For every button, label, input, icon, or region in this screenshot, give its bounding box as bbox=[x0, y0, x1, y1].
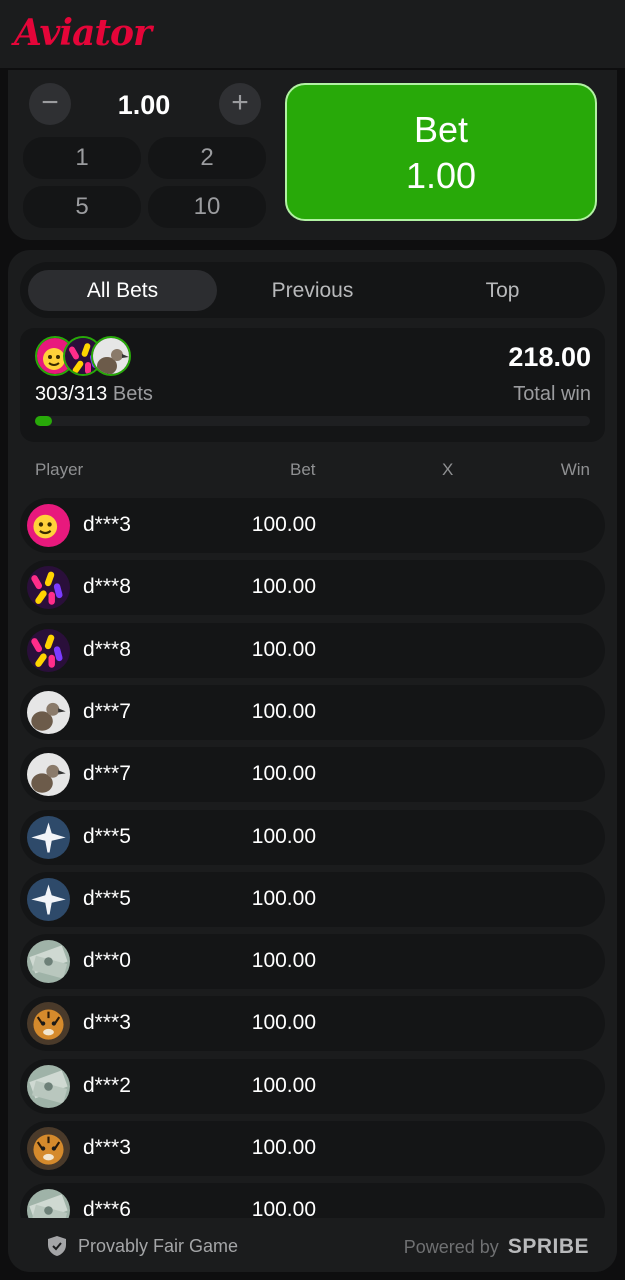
bets-count-label: Bets bbox=[112, 383, 153, 405]
plane-avatar-icon bbox=[27, 877, 70, 921]
bet-amount: 100.00 bbox=[251, 949, 316, 973]
candy-avatar-icon bbox=[27, 566, 70, 610]
vulture-avatar-icon bbox=[27, 690, 70, 734]
tiger-avatar-icon bbox=[27, 1127, 70, 1170]
bet-button[interactable]: Bet 1.00 bbox=[285, 83, 597, 221]
bets-progress-bar bbox=[35, 416, 590, 426]
bet-row: d***8 100.00 bbox=[20, 560, 605, 616]
bet-amount: 100.00 bbox=[251, 513, 316, 536]
tab-all-bets[interactable]: All Bets bbox=[28, 270, 217, 311]
tab-previous[interactable]: Previous bbox=[218, 270, 407, 311]
bet-amount: 100.00 bbox=[251, 886, 316, 910]
column-bet: Bet bbox=[290, 460, 316, 479]
tiger-avatar-icon bbox=[27, 1002, 70, 1046]
powered-by-label: Powered by bbox=[403, 1237, 499, 1257]
decrease-button[interactable]: − bbox=[29, 83, 71, 125]
bets-count: 303/313 Bets bbox=[35, 383, 153, 406]
bet-row: d***0 100.00 bbox=[20, 934, 605, 990]
bet-row: d***3 100.00 bbox=[20, 1121, 605, 1176]
bet-amount: 100.00 bbox=[251, 575, 316, 599]
player-name: d***8 bbox=[83, 575, 131, 599]
bets-tabs: All Bets Previous Top bbox=[20, 262, 605, 318]
player-name: d***5 bbox=[83, 824, 131, 848]
player-name: d***2 bbox=[83, 1073, 131, 1097]
player-name: d***5 bbox=[83, 886, 131, 910]
player-name: d***3 bbox=[83, 1011, 131, 1035]
footer: Provably Fair Game Powered by SPRIBE bbox=[8, 1218, 617, 1272]
bet-amount: 100.00 bbox=[251, 637, 316, 661]
column-x: X bbox=[442, 460, 454, 479]
bet-button-label: Bet bbox=[413, 109, 469, 150]
bets-summary: 303/313 Bets 218.00 Total win bbox=[20, 328, 605, 442]
bets-count-value: 303/313 bbox=[35, 383, 108, 405]
spribe-logo: SPRIBE bbox=[507, 1235, 589, 1258]
quick-amount-1-button[interactable]: 1 bbox=[23, 137, 141, 179]
bet-row: d***7 100.00 bbox=[20, 684, 605, 740]
emoji-avatar-icon bbox=[27, 504, 70, 547]
player-name: d***0 bbox=[83, 949, 131, 973]
bet-button-amount: 1.00 bbox=[405, 155, 477, 196]
vulture-avatar-icon bbox=[91, 336, 131, 376]
bet-row: d***2 100.00 bbox=[20, 1058, 605, 1114]
tab-top[interactable]: Top bbox=[408, 270, 597, 311]
bet-panel: − 1.00 + 1 2 5 10 Bet 1.00 bbox=[8, 70, 617, 240]
money-avatar-icon bbox=[27, 1064, 70, 1108]
aviator-logo[interactable]: Aviator bbox=[14, 12, 152, 54]
player-name: d***7 bbox=[83, 762, 131, 786]
powered-by: Powered by SPRIBE bbox=[404, 1235, 589, 1259]
column-player: Player bbox=[35, 460, 84, 479]
provably-fair-link[interactable]: Provably Fair Game bbox=[78, 1236, 238, 1257]
bet-amount: 100.00 bbox=[251, 699, 316, 723]
quick-amount-5-button[interactable]: 5 bbox=[23, 186, 141, 228]
bet-row: d***3 100.00 bbox=[20, 996, 605, 1052]
app-header: Aviator bbox=[0, 0, 625, 68]
bet-amount: 100.00 bbox=[251, 762, 316, 786]
bet-row: d***8 100.00 bbox=[20, 622, 605, 678]
avatar-stack bbox=[35, 336, 135, 376]
bet-row: d***5 100.00 bbox=[20, 871, 605, 927]
bet-row: d***3 100.00 bbox=[20, 498, 605, 553]
bets-progress-fill bbox=[35, 416, 52, 426]
quick-amount-10-button[interactable]: 10 bbox=[148, 186, 266, 228]
player-name: d***7 bbox=[83, 699, 131, 723]
bet-row: d***5 100.00 bbox=[20, 809, 605, 865]
bet-row: d***7 100.00 bbox=[20, 747, 605, 803]
money-avatar-icon bbox=[27, 940, 70, 984]
player-name: d***8 bbox=[83, 637, 131, 661]
bet-amount: 100.00 bbox=[251, 1011, 316, 1035]
bet-amount-input[interactable]: 1.00 bbox=[74, 90, 214, 121]
bet-amount: 100.00 bbox=[251, 1136, 316, 1159]
column-win: Win bbox=[560, 460, 590, 479]
shield-icon bbox=[48, 1236, 66, 1256]
candy-avatar-icon bbox=[27, 628, 70, 672]
amount-stepper: − 1.00 + bbox=[24, 78, 270, 130]
quick-amount-2-button[interactable]: 2 bbox=[148, 137, 266, 179]
player-name: d***3 bbox=[83, 513, 131, 536]
player-name: d***3 bbox=[83, 1136, 131, 1159]
bet-amount: 100.00 bbox=[251, 824, 316, 848]
increase-button[interactable]: + bbox=[219, 83, 261, 125]
bets-panel: All Bets Previous Top 303/313 Bets 218.0… bbox=[8, 250, 617, 1272]
total-win-label: Total win bbox=[513, 383, 591, 405]
vulture-avatar-icon bbox=[27, 753, 70, 797]
total-win-amount: 218.00 bbox=[508, 342, 591, 372]
bet-amount: 100.00 bbox=[251, 1073, 316, 1097]
plane-avatar-icon bbox=[27, 815, 70, 859]
